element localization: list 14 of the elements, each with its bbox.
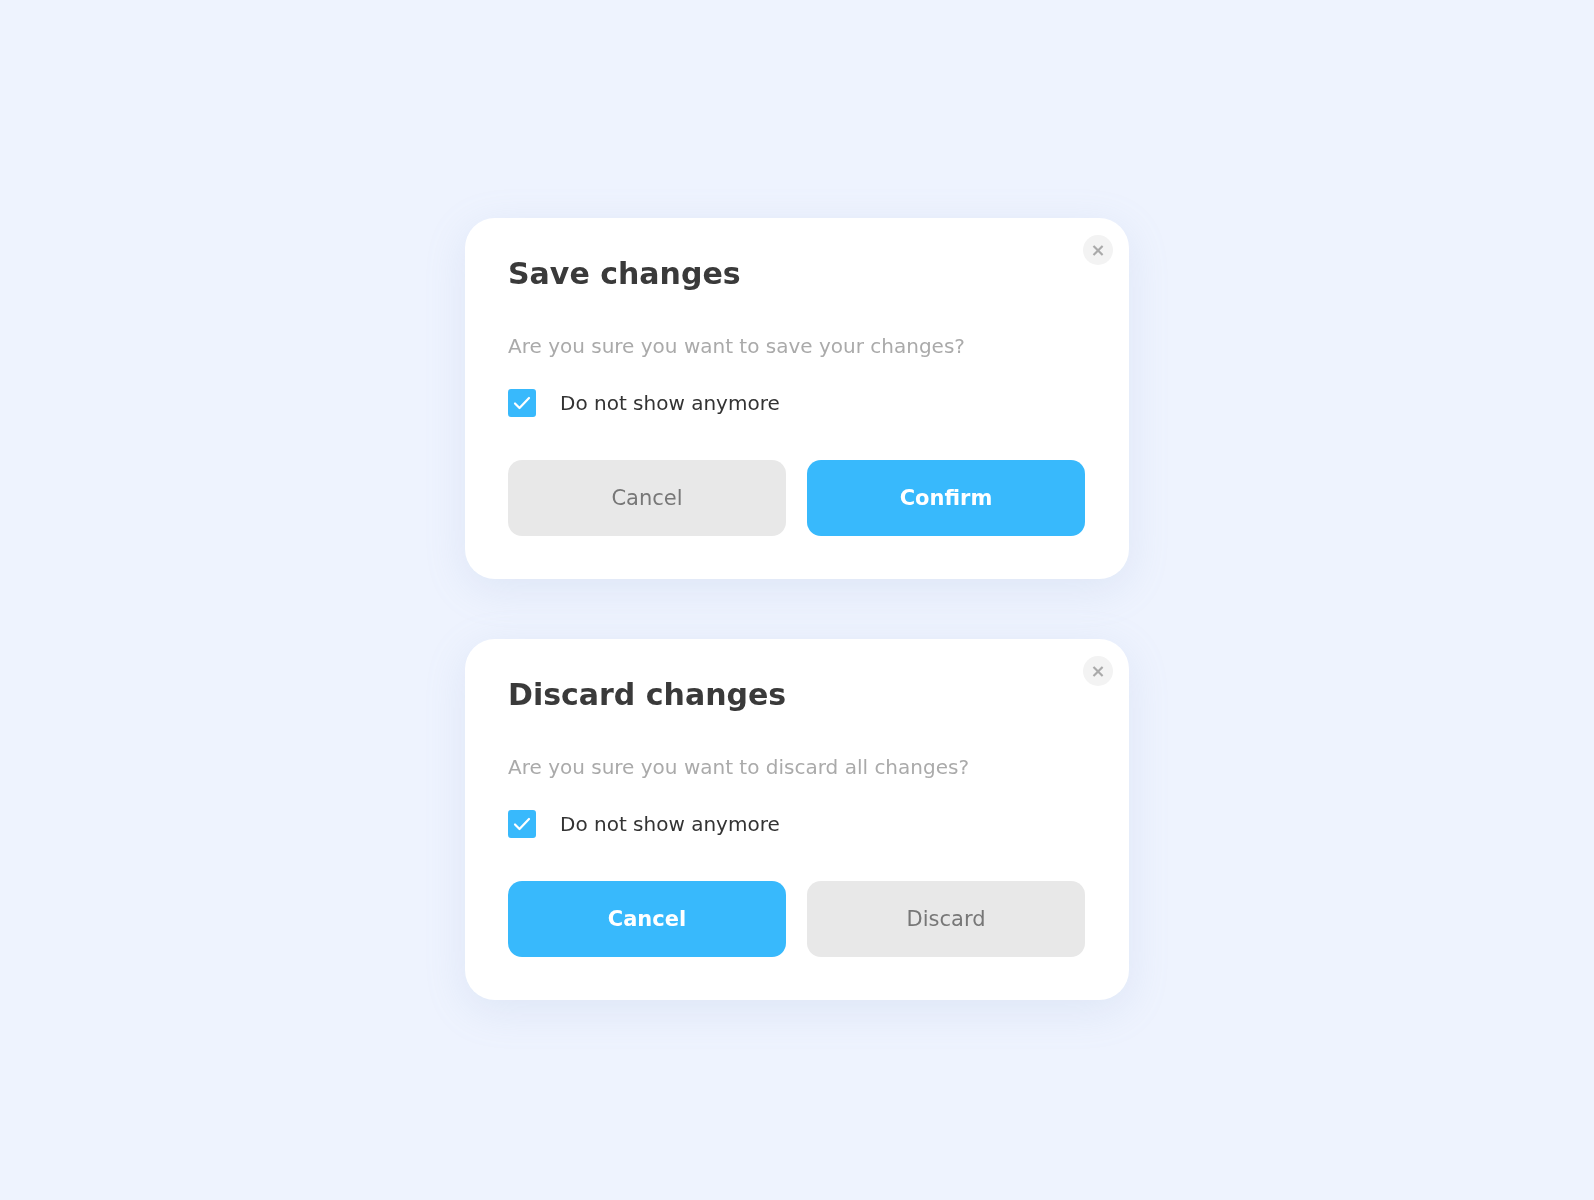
close-button[interactable]: × xyxy=(1083,235,1113,265)
secondary-button[interactable]: Discard xyxy=(807,881,1085,957)
primary-button[interactable]: Cancel xyxy=(508,881,786,957)
dialog-title: Discard changes xyxy=(508,676,788,714)
dialog-message: Are you sure you want to save your changes? xyxy=(508,333,966,360)
checkbox-label[interactable]: Do not show anymore xyxy=(560,812,780,836)
primary-button[interactable]: Confirm xyxy=(807,460,1085,536)
close-button[interactable]: × xyxy=(1083,656,1113,686)
checkbox-label[interactable]: Do not show anymore xyxy=(560,391,780,415)
dialog-title: Save changes xyxy=(508,255,742,293)
secondary-button[interactable]: Cancel xyxy=(508,460,786,536)
checkbox[interactable] xyxy=(508,389,536,417)
checkbox[interactable] xyxy=(508,810,536,838)
dialog-message: Are you sure you want to discard all changes? xyxy=(508,754,970,781)
